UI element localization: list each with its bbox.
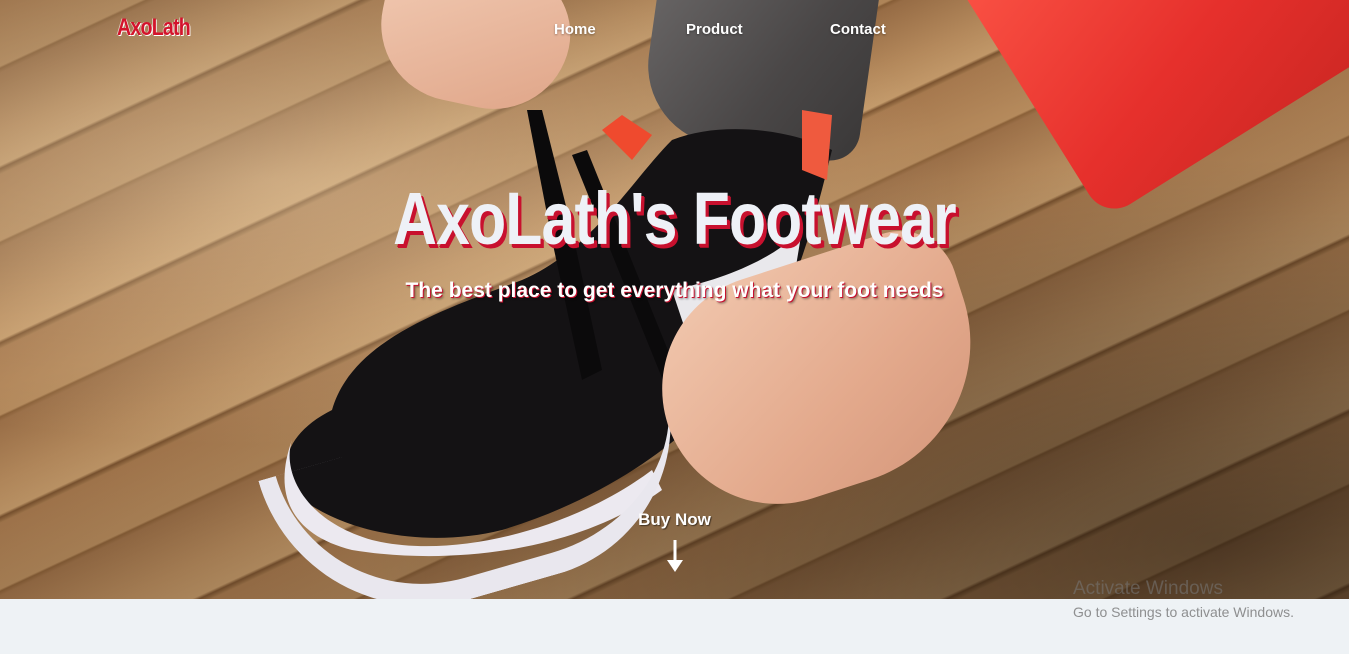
activate-windows-subtitle: Go to Settings to activate Windows. <box>1073 604 1294 620</box>
hero-subtitle: The best place to get everything what yo… <box>405 279 944 302</box>
buy-now-button[interactable]: Buy Now <box>600 510 749 530</box>
activate-windows-title: Activate Windows <box>1073 578 1223 599</box>
nav-link-home[interactable]: Home <box>554 21 596 38</box>
top-navigation: AxoLath Home Product Contact <box>0 0 1349 62</box>
nav-link-contact[interactable]: Contact <box>830 21 886 38</box>
hero-section: AxoLath Home Product Contact AxoLath's F… <box>0 0 1349 599</box>
nav-link-product[interactable]: Product <box>686 21 743 38</box>
brand-logo[interactable]: AxoLath <box>117 14 191 42</box>
arrow-down-icon[interactable] <box>664 540 686 574</box>
hero-title: AxoLath's Footwear <box>393 177 957 260</box>
